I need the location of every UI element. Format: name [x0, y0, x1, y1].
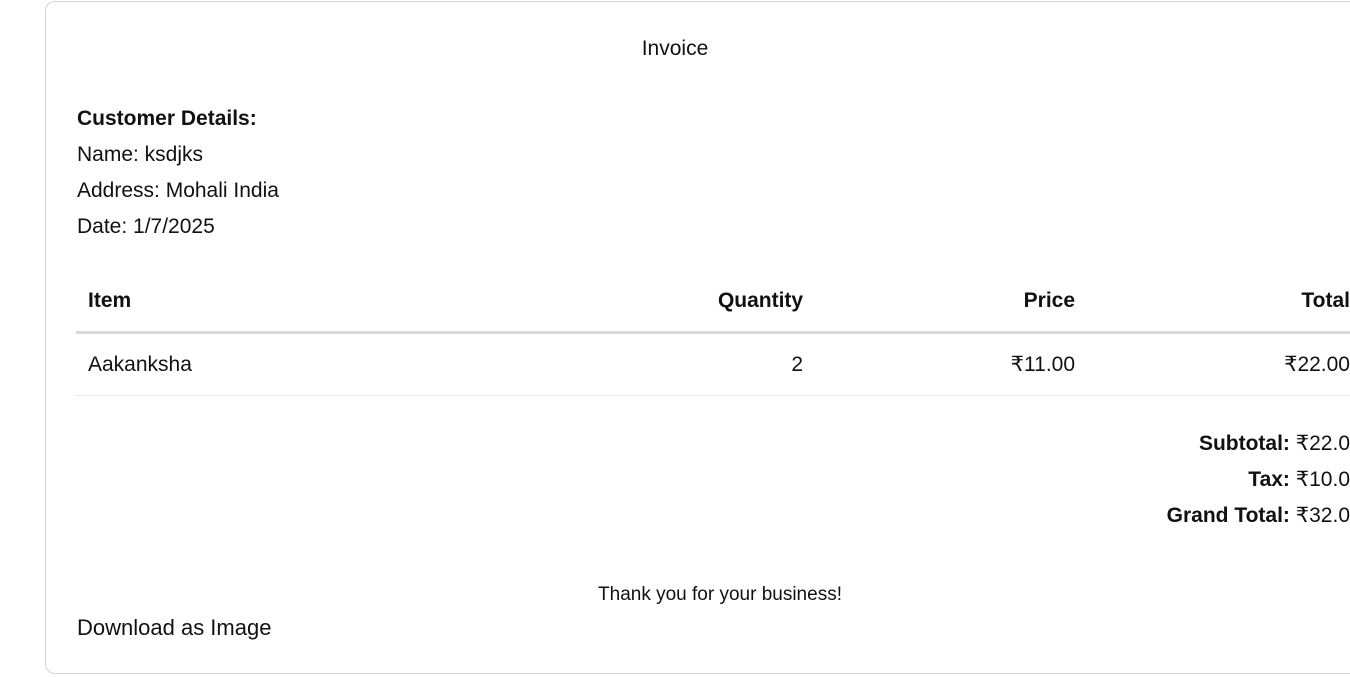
subtotal-label: Subtotal: [1198, 432, 1290, 455]
tax-value: ₹10.0 [1295, 468, 1350, 491]
items-table: Item Quantity Price Total Aakanksha 2 ₹1… [76, 271, 1350, 396]
grand-total-value: ₹32.0 [1295, 504, 1350, 527]
row-total: ₹22.00 [1075, 332, 1350, 396]
table-header-row: Item Quantity Price Total [76, 271, 1350, 334]
subtotal-line: Subtotal: ₹22.0 [750, 426, 1350, 462]
row-quantity: 2 [531, 332, 804, 396]
row-price: ₹11.00 [803, 332, 1076, 396]
column-header-total: Total [1075, 271, 1350, 334]
column-header-price: Price [803, 271, 1076, 334]
table-row: Aakanksha 2 ₹11.00 ₹22.00 [76, 332, 1350, 396]
subtotal-value: ₹22.0 [1295, 432, 1350, 455]
customer-details: Customer Details: Name: ksdjks Address: … [77, 101, 279, 245]
grand-total-line: Grand Total: ₹32.0 [750, 498, 1350, 534]
download-image-button[interactable]: Download as Image [77, 614, 271, 642]
customer-address: Address: Mohali India [77, 179, 279, 202]
thank-you-message: Thank you for your business! [598, 584, 842, 605]
tax-line: Tax: ₹10.0 [750, 462, 1350, 498]
column-header-quantity: Quantity [531, 271, 804, 334]
totals-summary: Subtotal: ₹22.0 Tax: ₹10.0 Grand Total: … [750, 426, 1350, 534]
invoice-title: Invoice [641, 37, 709, 60]
grand-total-label: Grand Total: [1166, 504, 1290, 527]
customer-details-heading: Customer Details: [77, 107, 257, 130]
column-header-item: Item [76, 271, 532, 334]
invoice-date: Date: 1/7/2025 [77, 215, 215, 238]
customer-name: Name: ksdjks [77, 143, 204, 166]
tax-label: Tax: [1248, 468, 1290, 491]
row-item-name: Aakanksha [76, 332, 532, 396]
